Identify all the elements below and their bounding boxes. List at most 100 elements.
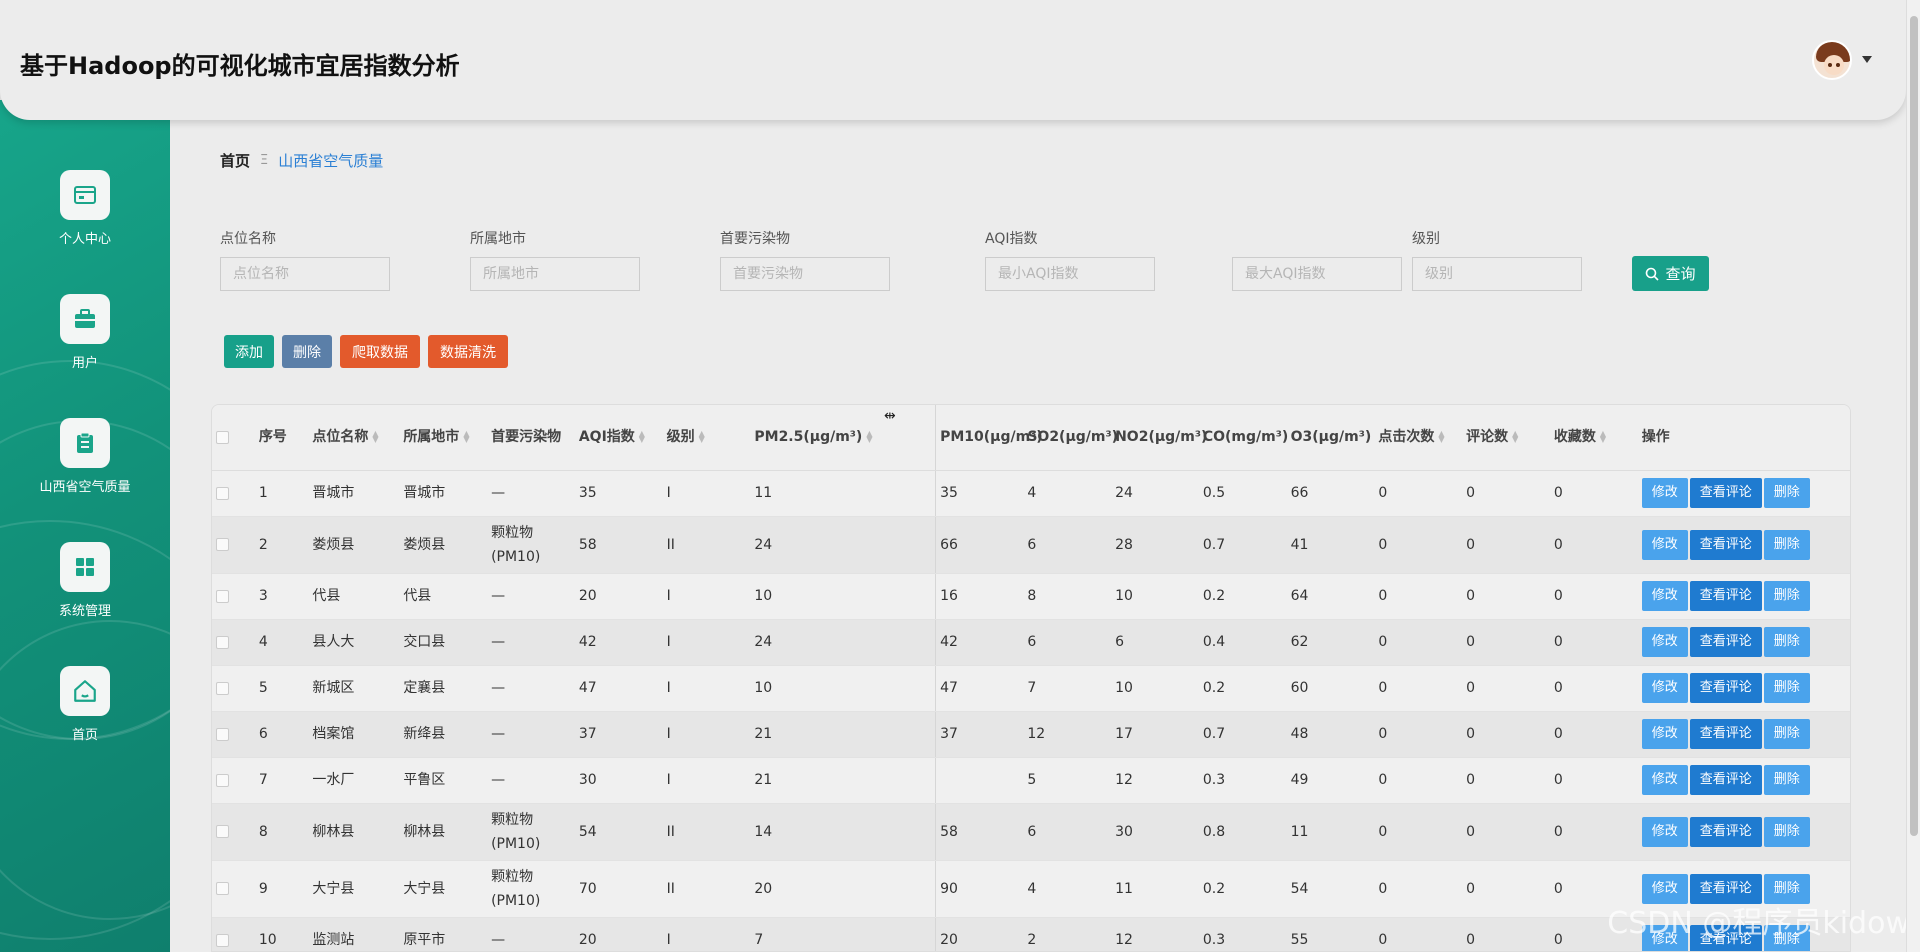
cell-site-name: 档案馆: [308, 711, 400, 758]
max-aqi-input[interactable]: [1232, 257, 1402, 291]
col-header-level[interactable]: 级别 ▲ ▼: [662, 405, 751, 471]
cell-level: II: [662, 803, 751, 861]
view-comments-button[interactable]: 查看评论: [1689, 673, 1762, 703]
level-input[interactable]: [1412, 257, 1582, 291]
sort-icon: ▲ ▼: [463, 429, 470, 445]
site-name-input[interactable]: [220, 257, 390, 291]
delete-button[interactable]: 删除: [1763, 627, 1810, 657]
cell-city: 娄烦县: [399, 516, 488, 574]
cell-index: 9: [254, 860, 309, 918]
user-avatar[interactable]: [1812, 40, 1852, 80]
cell-comments: 0: [1462, 470, 1550, 517]
table-row: 9 大宁县 大宁县 颗粒物(PM10) 70 II 20 90 4 11 0.2 54 0 0 0 修改 查看评…: [212, 860, 1850, 918]
cell-level: I: [662, 757, 751, 804]
view-comments-button[interactable]: 查看评论: [1689, 581, 1762, 611]
scrollbar-thumb[interactable]: [1910, 16, 1918, 836]
cell-primary-pollutant: 颗粒物(PM10): [487, 860, 575, 918]
row-checkbox[interactable]: [216, 635, 229, 649]
min-aqi-input[interactable]: [985, 257, 1155, 291]
sort-icon: ▲ ▼: [372, 429, 379, 445]
delete-button[interactable]: 删除: [1763, 765, 1810, 795]
row-checkbox[interactable]: [216, 773, 229, 787]
briefcase-icon: [60, 294, 110, 344]
breadcrumb: 首页 Ξ 山西省空气质量: [220, 150, 383, 171]
edit-button[interactable]: 修改: [1641, 765, 1688, 795]
col-header-comments[interactable]: 评论数 ▲ ▼: [1462, 405, 1550, 471]
cell-no2: 12: [1111, 757, 1199, 804]
cell-o3: 66: [1286, 470, 1375, 517]
page-scrollbar[interactable]: [1906, 0, 1920, 952]
cell-no2: 6: [1111, 619, 1199, 666]
cell-favorites: 0: [1549, 516, 1638, 574]
cell-pm25: 11: [750, 470, 937, 517]
row-checkbox[interactable]: [216, 933, 229, 947]
chevron-down-icon[interactable]: [1862, 56, 1872, 63]
cell-index: 6: [254, 711, 309, 758]
breadcrumb-home[interactable]: 首页: [220, 150, 250, 171]
breadcrumb-separator-icon: Ξ: [260, 153, 269, 168]
view-comments-button[interactable]: 查看评论: [1689, 816, 1762, 847]
sidebar-item-users[interactable]: 用户: [0, 294, 170, 371]
cell-city: 柳林县: [399, 803, 488, 861]
table-row: 2 娄烦县 娄烦县 颗粒物(PM10) 58 II 24 66 6 28 0.7 41 0 0 0 修改 查看评…: [212, 516, 1850, 574]
view-comments-button[interactable]: 查看评论: [1689, 719, 1762, 749]
sidebar-item-personal-center[interactable]: 个人中心: [0, 170, 170, 247]
delete-button[interactable]: 删除: [1763, 581, 1810, 611]
cell-comments: 0: [1462, 665, 1550, 712]
col-header-favorites[interactable]: 收藏数 ▲ ▼: [1549, 405, 1638, 471]
row-checkbox[interactable]: [216, 727, 229, 741]
sort-icon: ▲ ▼: [698, 429, 705, 445]
delete-button[interactable]: 删除: [1763, 816, 1810, 847]
cell-so2: 6: [1023, 516, 1112, 574]
cell-pm10: 47: [935, 665, 1024, 712]
sidebar-item-shanxi-air-quality[interactable]: 山西省空气质量: [0, 418, 170, 495]
delete-button[interactable]: 删除: [1763, 673, 1810, 703]
primary-pollutant-input[interactable]: [720, 257, 890, 291]
row-checkbox[interactable]: [216, 589, 229, 603]
edit-button[interactable]: 修改: [1641, 816, 1688, 847]
clipboard-icon: [60, 418, 110, 468]
cell-city: 定襄县: [399, 665, 488, 712]
clean-data-button[interactable]: 数据清洗: [428, 335, 508, 368]
col-header-city[interactable]: 所属地市 ▲ ▼: [399, 405, 488, 471]
edit-button[interactable]: 修改: [1641, 478, 1688, 508]
sidebar-item-home[interactable]: 首页: [0, 666, 170, 743]
row-checkbox[interactable]: [216, 486, 229, 500]
row-checkbox[interactable]: [216, 681, 229, 695]
crawl-data-button[interactable]: 爬取数据: [340, 335, 420, 368]
cell-pm10: [935, 757, 1024, 804]
delete-button[interactable]: 删除: [1763, 478, 1810, 508]
sidebar-item-system-management[interactable]: 系统管理: [0, 542, 170, 619]
row-checkbox[interactable]: [216, 825, 229, 838]
view-comments-button[interactable]: 查看评论: [1689, 765, 1762, 795]
col-header-pm25[interactable]: PM2.5(μg/m³) ▲ ▼: [750, 405, 937, 471]
cell-index: 3: [254, 573, 309, 620]
col-header-clicks[interactable]: 点击次数 ▲ ▼: [1374, 405, 1463, 471]
row-checkbox[interactable]: [216, 882, 229, 895]
edit-button[interactable]: 修改: [1641, 673, 1688, 703]
batch-delete-button[interactable]: 删除: [282, 335, 332, 368]
edit-button[interactable]: 修改: [1641, 581, 1688, 611]
edit-button[interactable]: 修改: [1641, 627, 1688, 657]
city-input[interactable]: [470, 257, 640, 291]
cell-pm25: 24: [750, 619, 937, 666]
table-body: 1 晋城市 晋城市 —35 I 11 35 4 24 0.5 66 0 0 0 修改 查看评论 删除 2 娄烦县 娄烦…: [212, 470, 1850, 951]
cell-aqi: 70: [574, 860, 663, 918]
select-all-checkbox[interactable]: [216, 430, 229, 444]
row-checkbox[interactable]: [216, 538, 229, 551]
edit-button[interactable]: 修改: [1641, 719, 1688, 749]
add-button[interactable]: 添加: [224, 335, 274, 368]
delete-button[interactable]: 删除: [1763, 529, 1810, 560]
delete-button[interactable]: 删除: [1763, 719, 1810, 749]
cell-aqi: 20: [574, 573, 663, 620]
col-header-aqi[interactable]: AQI指数 ▲ ▼: [574, 405, 663, 471]
view-comments-button[interactable]: 查看评论: [1689, 529, 1762, 560]
query-button[interactable]: 查询: [1632, 256, 1709, 291]
edit-button[interactable]: 修改: [1641, 529, 1688, 560]
top-header: 基于Hadoop的可视化城市宜居指数分析: [0, 0, 1906, 120]
cell-clicks: 0: [1374, 516, 1463, 574]
view-comments-button[interactable]: 查看评论: [1689, 627, 1762, 657]
query-button-label: 查询: [1665, 265, 1696, 283]
view-comments-button[interactable]: 查看评论: [1689, 478, 1762, 508]
col-header-site-name[interactable]: 点位名称 ▲ ▼: [308, 405, 400, 471]
